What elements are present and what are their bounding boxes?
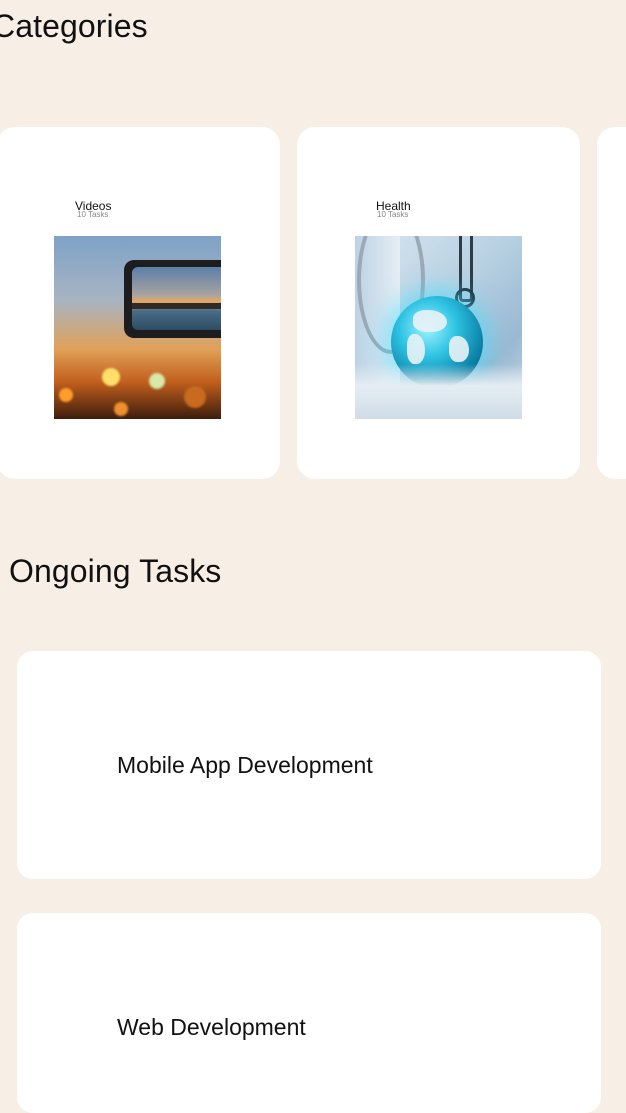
category-task-count: 10 Tasks (77, 210, 109, 219)
videos-category-image (54, 236, 221, 419)
category-card-health[interactable]: Health 10 Tasks (297, 127, 580, 479)
categories-heading: Categories (0, 8, 148, 44)
task-card-mobile-app[interactable]: Mobile App Development (17, 651, 601, 879)
ongoing-tasks-heading: Ongoing Tasks (9, 553, 222, 589)
category-name: Health (376, 199, 411, 213)
category-card-next[interactable] (597, 127, 626, 479)
category-task-count: 10 Tasks (377, 210, 409, 219)
categories-carousel[interactable]: Videos 10 Tasks Health 10 Tasks (0, 127, 626, 479)
task-label: Mobile App Development (117, 752, 373, 778)
task-label: Web Development (117, 1014, 306, 1040)
health-category-image (355, 236, 522, 419)
category-card-videos[interactable]: Videos 10 Tasks (0, 127, 280, 479)
task-card-web-dev[interactable]: Web Development (17, 913, 601, 1113)
phone-graphic (124, 260, 221, 338)
